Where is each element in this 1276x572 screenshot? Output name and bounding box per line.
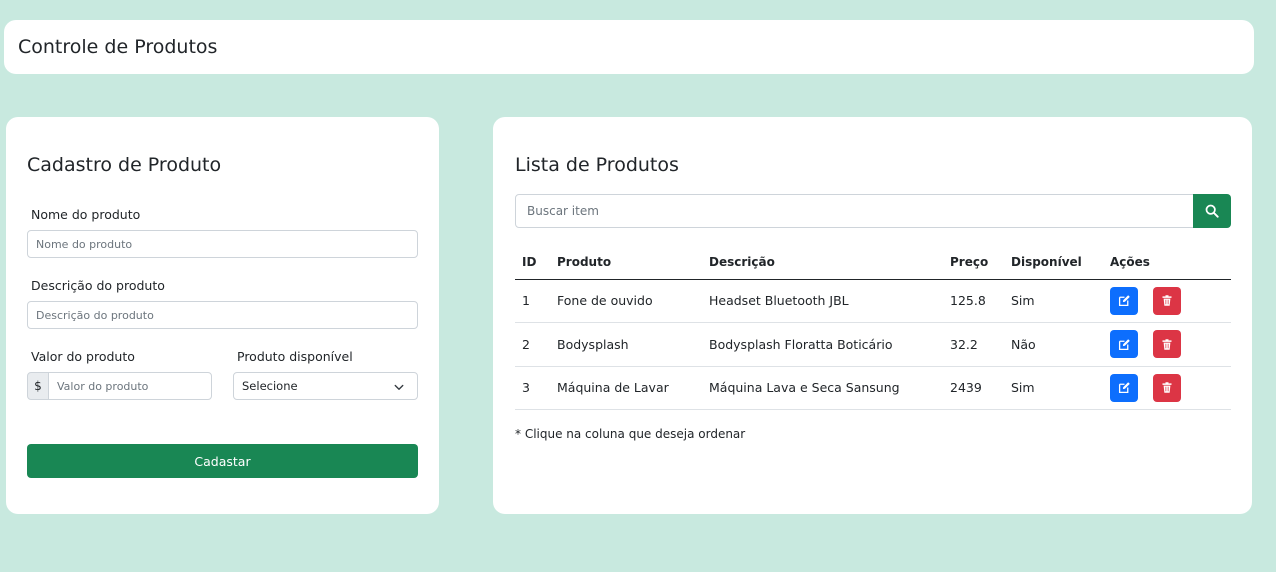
trash-icon (1162, 295, 1172, 306)
table-row: 2 Bodysplash Bodysplash Floratta Boticár… (515, 322, 1231, 367)
cell-product: Bodysplash (550, 322, 702, 367)
cell-id: 2 (515, 322, 550, 367)
cell-available: Sim (1004, 279, 1103, 323)
product-list-card: Lista de Produtos Buscar item ID Produto… (493, 117, 1252, 514)
table-row: 1 Fone de ouvido Headset Bluetooth JBL 1… (515, 279, 1231, 323)
product-name-input[interactable]: Nome do produto (27, 230, 418, 258)
cell-actions (1103, 279, 1231, 323)
cell-available: Não (1004, 322, 1103, 367)
form-title: Cadastro de Produto (27, 154, 222, 176)
sort-hint: * Clique na coluna que deseja ordenar (515, 427, 746, 441)
column-header-available[interactable]: Disponível (1004, 246, 1103, 280)
table-header-row: ID Produto Descrição Preço Disponível Aç… (515, 246, 1231, 280)
delete-button[interactable] (1153, 330, 1181, 359)
chevron-down-icon (394, 384, 404, 390)
product-description-placeholder: Descrição do produto (36, 308, 154, 322)
cell-price: 32.2 (943, 322, 1004, 367)
column-header-actions: Ações (1103, 246, 1231, 280)
cell-actions (1103, 322, 1231, 367)
search-placeholder: Buscar item (527, 204, 599, 218)
edit-icon (1118, 338, 1130, 350)
product-value-input[interactable]: Valor do produto (48, 372, 212, 400)
cell-description: Máquina Lava e Seca Sansung (702, 366, 943, 410)
app-title: Controle de Produtos (18, 36, 218, 58)
column-header-product[interactable]: Produto (550, 246, 702, 280)
product-description-input[interactable]: Descrição do produto (27, 301, 418, 329)
cell-product: Fone de ouvido (550, 279, 702, 323)
top-navbar: Controle de Produtos (4, 20, 1254, 74)
cell-product: Máquina de Lavar (550, 366, 702, 410)
cell-price: 125.8 (943, 279, 1004, 323)
currency-prefix: $ (27, 372, 49, 400)
search-button[interactable] (1193, 194, 1231, 228)
edit-icon (1118, 295, 1130, 307)
cell-id: 3 (515, 366, 550, 410)
column-header-price[interactable]: Preço (943, 246, 1004, 280)
edit-button[interactable] (1110, 286, 1138, 315)
product-name-placeholder: Nome do produto (36, 237, 133, 251)
cell-available: Sim (1004, 366, 1103, 410)
cell-actions (1103, 366, 1231, 410)
product-value-label: Valor do produto (31, 349, 135, 364)
product-value-placeholder: Valor do produto (57, 379, 149, 393)
submit-product-button[interactable]: Cadastar (27, 444, 418, 478)
delete-button[interactable] (1153, 373, 1181, 402)
product-available-select[interactable]: Selecione (233, 372, 418, 400)
cell-price: 2439 (943, 366, 1004, 410)
trash-icon (1162, 382, 1172, 393)
column-header-description[interactable]: Descrição (702, 246, 943, 280)
trash-icon (1162, 339, 1172, 350)
products-table: ID Produto Descrição Preço Disponível Aç… (515, 246, 1231, 410)
cell-id: 1 (515, 279, 550, 323)
edit-button[interactable] (1110, 373, 1138, 402)
search-bar: Buscar item (515, 194, 1231, 228)
table-row: 3 Máquina de Lavar Máquina Lava e Seca S… (515, 366, 1231, 410)
search-input[interactable]: Buscar item (515, 194, 1194, 228)
list-title: Lista de Produtos (515, 154, 679, 176)
cell-description: Bodysplash Floratta Boticário (702, 322, 943, 367)
search-icon (1205, 204, 1219, 218)
product-available-selected: Selecione (242, 379, 298, 393)
edit-button[interactable] (1110, 330, 1138, 359)
cell-description: Headset Bluetooth JBL (702, 279, 943, 323)
product-available-label: Produto disponível (237, 349, 353, 364)
product-description-label: Descrição do produto (31, 278, 165, 293)
edit-icon (1118, 382, 1130, 394)
product-name-label: Nome do produto (31, 207, 141, 222)
column-header-id[interactable]: ID (515, 246, 550, 280)
product-form-card: Cadastro de Produto Nome do produto Nome… (6, 117, 439, 514)
delete-button[interactable] (1153, 286, 1181, 315)
